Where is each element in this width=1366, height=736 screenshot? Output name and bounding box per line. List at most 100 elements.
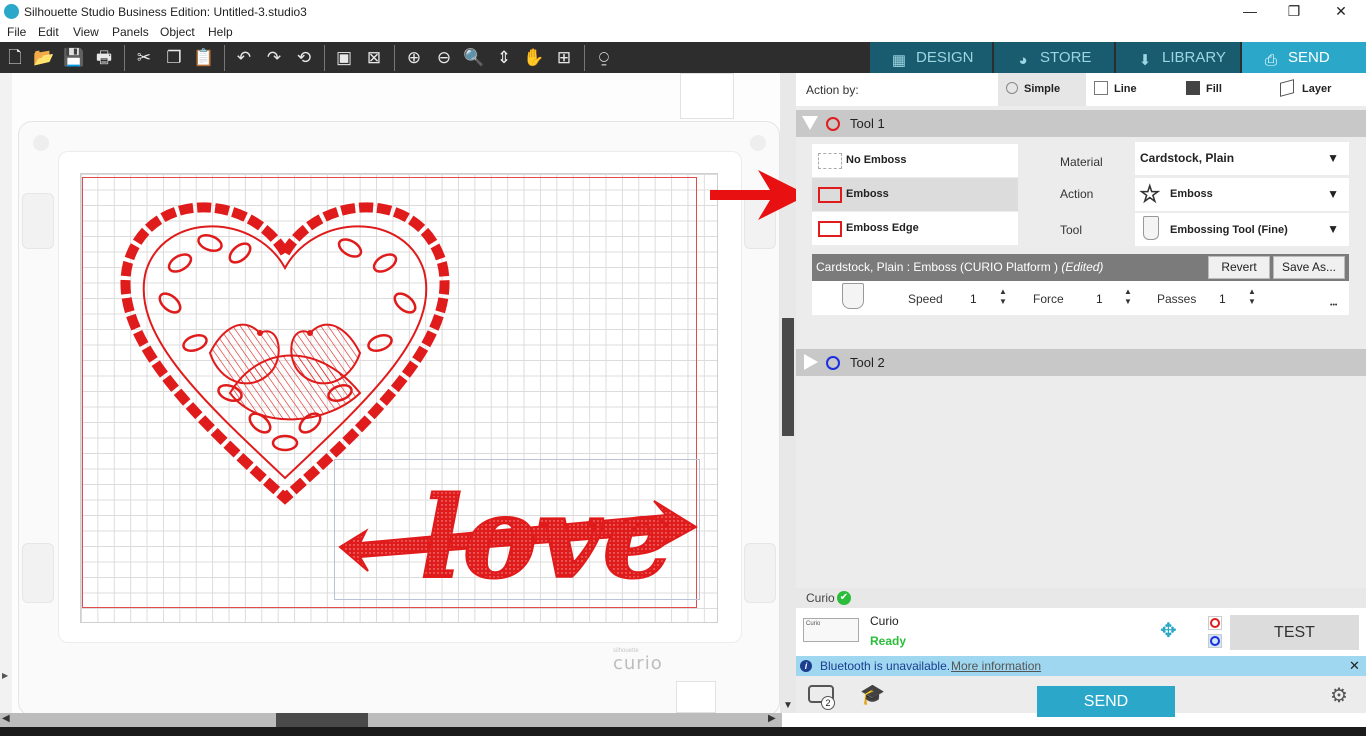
menu-bar: File Edit View Panels Object Help (0, 24, 1366, 42)
copy-icon[interactable]: ❐ (162, 46, 186, 70)
emboss-edge-icon (818, 221, 842, 237)
fill-icon (1186, 81, 1200, 95)
menu-help[interactable]: Help (208, 25, 233, 39)
tool2-label: Tool 2 (850, 355, 885, 370)
material-select[interactable]: Cardstock, Plain ▼ (1135, 142, 1349, 175)
send-button[interactable]: SEND (1037, 686, 1175, 717)
group-icon[interactable]: ▣ (332, 46, 356, 70)
gear-icon[interactable]: ⚙ (1330, 683, 1348, 708)
horizontal-scroll-thumb[interactable] (276, 713, 368, 727)
more-options-icon[interactable]: ••• (1330, 302, 1337, 309)
maximize-button[interactable]: ❐ (1284, 2, 1304, 20)
tool2-color-icon (826, 356, 840, 370)
tool2-indicator-icon (1210, 636, 1220, 646)
redo-icon[interactable]: ↷ (262, 46, 286, 70)
test-button[interactable]: TEST (1230, 615, 1359, 650)
tab-send[interactable]: ⎙ SEND (1242, 42, 1366, 73)
device-thumbnail: Curio (803, 618, 859, 642)
menu-panels[interactable]: Panels (112, 25, 149, 39)
canvas-expand-arrow[interactable]: ▶ (2, 671, 8, 680)
option-no-emboss[interactable]: No Emboss (812, 144, 1018, 177)
trace-icon[interactable]: ⍜ (592, 46, 616, 70)
speed-stepper[interactable]: ▲ ▼ (999, 287, 1007, 307)
love-text-design[interactable]: love (336, 459, 700, 599)
force-stepper[interactable]: ▲ ▼ (1124, 287, 1132, 307)
tab-design[interactable]: ▦ DESIGN (870, 42, 992, 73)
radio-icon (1006, 82, 1018, 94)
zoom-in-icon[interactable]: ⊕ (402, 46, 426, 70)
save-as-button[interactable]: Save As... (1273, 256, 1345, 279)
chevron-down-icon: ▼ (1327, 187, 1339, 201)
action-by-label: Action by: (806, 83, 859, 97)
menu-file[interactable]: File (7, 25, 26, 39)
minimize-button[interactable]: — (1240, 2, 1260, 20)
action-label: Action (1060, 187, 1094, 201)
option-emboss-edge[interactable]: Emboss Edge (812, 212, 1018, 245)
collapse-icon[interactable] (802, 116, 818, 130)
menu-edit[interactable]: Edit (38, 25, 59, 39)
redraw-icon[interactable]: ⟲ (292, 46, 316, 70)
close-button[interactable]: ✕ (1331, 2, 1351, 20)
tab-store[interactable]: ◕ STORE (994, 42, 1114, 73)
action-layer[interactable]: Layer (1280, 73, 1364, 106)
new-icon[interactable]: 🗋 (3, 46, 27, 70)
app-icon (4, 4, 19, 19)
settings-row (812, 281, 1349, 315)
tool1-indicator-icon (1210, 618, 1220, 628)
queue-count: 2 (821, 696, 835, 710)
tool2-header[interactable]: Tool 2 (796, 349, 1366, 376)
ungroup-icon[interactable]: ⊠ (362, 46, 386, 70)
tab-library[interactable]: ⬇ LIBRARY (1116, 42, 1240, 73)
star-icon: ☆ (1139, 181, 1161, 208)
option-emboss[interactable]: Emboss (812, 178, 1018, 211)
scroll-down-arrow[interactable]: ▼ (783, 700, 793, 711)
action-fill[interactable]: Fill (1186, 73, 1266, 106)
scroll-right-arrow[interactable]: ▶ (768, 713, 776, 724)
store-icon: ◕ (1018, 52, 1028, 69)
line-icon (1094, 81, 1108, 95)
print-icon[interactable]: 🖶 (92, 46, 116, 70)
expand-icon[interactable] (804, 354, 818, 370)
more-information-link[interactable]: More information (951, 659, 1041, 673)
action-select[interactable]: ☆ Emboss ▼ (1135, 178, 1349, 211)
chevron-down-icon: ▼ (1327, 222, 1339, 236)
paste-icon[interactable]: 📋 (192, 46, 216, 70)
menu-object[interactable]: Object (160, 25, 195, 39)
save-icon[interactable]: 💾 (62, 46, 86, 70)
red-annotation-arrow (710, 170, 808, 220)
move-arrows-icon[interactable]: ✥ (1160, 618, 1177, 643)
tool1-header[interactable]: Tool 1 (796, 110, 1366, 137)
undo-icon[interactable]: ↶ (232, 46, 256, 70)
scroll-left-arrow[interactable]: ◀ (2, 713, 10, 724)
tool-select[interactable]: Embossing Tool (Fine) ▼ (1135, 213, 1349, 246)
design-canvas[interactable]: love silhouette curio ▶ (0, 73, 782, 716)
fit-page-icon[interactable]: ⇕ (492, 46, 516, 70)
fit-to-window-icon[interactable]: ⊞ (552, 46, 576, 70)
cut-icon[interactable]: ✂ (132, 46, 156, 70)
pan-icon[interactable]: ✋ (522, 46, 546, 70)
zoom-out-icon[interactable]: ⊖ (432, 46, 456, 70)
action-simple[interactable]: Simple (998, 73, 1086, 106)
passes-stepper[interactable]: ▲ ▼ (1248, 287, 1256, 307)
curio-logo: curio (613, 653, 663, 674)
speed-label: Speed (908, 292, 943, 306)
action-by-bar: Action by: Simple Line Fill Layer (796, 73, 1366, 106)
menu-view[interactable]: View (73, 25, 99, 39)
zoom-select-icon[interactable]: 🔍 (462, 46, 486, 70)
grid-icon: ▦ (891, 52, 907, 69)
revert-button[interactable]: Revert (1208, 256, 1270, 279)
no-emboss-icon (818, 153, 842, 169)
vertical-scroll-thumb[interactable] (782, 318, 794, 436)
open-icon[interactable]: 📂 (32, 46, 56, 70)
tutorial-icon[interactable]: 🎓 (860, 682, 885, 707)
passes-label: Passes (1157, 292, 1197, 306)
love-text: love (420, 473, 674, 599)
action-line[interactable]: Line (1094, 73, 1178, 106)
close-icon[interactable]: ✕ (1349, 658, 1360, 674)
device-status: Ready (870, 634, 907, 648)
bluetooth-bar: i Bluetooth is unavailable. More informa… (796, 656, 1366, 676)
horizontal-scrollbar[interactable] (0, 713, 782, 727)
library-icon: ⬇ (1138, 52, 1152, 69)
title-bar: Silhouette Studio Business Edition: Unti… (0, 0, 1366, 24)
device-name: Curio (870, 614, 899, 628)
